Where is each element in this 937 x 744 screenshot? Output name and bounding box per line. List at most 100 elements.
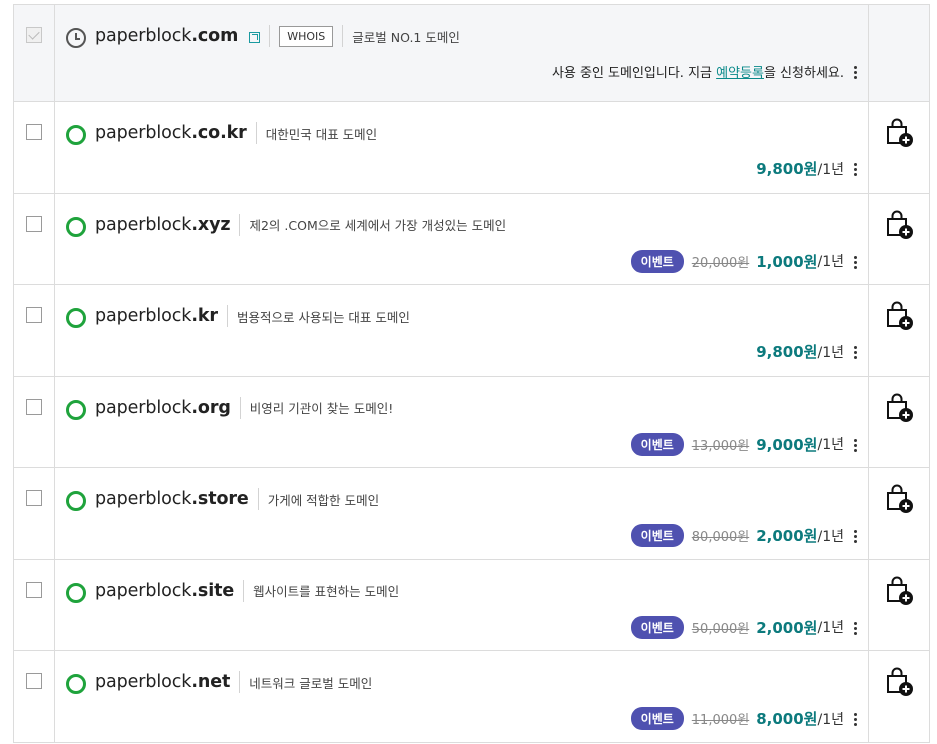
domain-title-line: paperblock.co.kr 대한민국 대표 도메인 bbox=[95, 122, 377, 144]
available-circle-icon bbox=[66, 582, 86, 603]
kebab-menu-icon[interactable] bbox=[854, 254, 858, 271]
divider bbox=[226, 305, 228, 327]
add-to-cart-bag-icon[interactable] bbox=[885, 210, 915, 240]
row-checkbox[interactable] bbox=[26, 581, 42, 598]
add-to-cart-bag-icon[interactable] bbox=[885, 667, 915, 697]
check-cell bbox=[14, 651, 55, 742]
domain-title-line: paperblock.site 웹사이트를 표현하는 도메인 bbox=[95, 579, 399, 602]
external-link-icon[interactable] bbox=[249, 31, 261, 43]
kebab-menu-icon[interactable] bbox=[854, 344, 858, 361]
divider bbox=[243, 579, 245, 602]
domain-name[interactable]: paperblock.net bbox=[95, 672, 230, 692]
row-checkbox[interactable] bbox=[26, 215, 42, 232]
whois-button[interactable]: WHOIS bbox=[279, 25, 334, 47]
sale-price: 9,800원 bbox=[756, 343, 818, 361]
divider bbox=[269, 25, 271, 47]
divider bbox=[342, 25, 344, 47]
price-line: 이벤트 20,000원 1,000원 /1년 bbox=[630, 249, 858, 273]
row-checkbox[interactable] bbox=[26, 307, 42, 323]
kebab-menu-icon[interactable] bbox=[854, 711, 858, 728]
domain-row: paperblock.xyz 제2의 .COM으로 세계에서 가장 개성있는 도… bbox=[13, 193, 930, 285]
domain-name[interactable]: paperblock.site bbox=[95, 581, 234, 601]
row-checkbox-disabled bbox=[26, 27, 42, 43]
check-cell bbox=[14, 102, 55, 193]
divider bbox=[239, 671, 241, 693]
check-cell bbox=[14, 376, 55, 467]
domain-row-taken: paperblock.com WHOIS 글로벌 NO.1 도메인 사용 중인 … bbox=[13, 5, 930, 102]
add-to-cart-bag-icon[interactable] bbox=[885, 393, 915, 423]
cart-cell bbox=[869, 468, 929, 559]
domain-info-cell: paperblock.org 비영리 기관이 찾는 도메인! 이벤트 13,00… bbox=[55, 376, 869, 467]
price-unit: /1년 bbox=[817, 528, 844, 545]
domain-name[interactable]: paperblock.kr bbox=[95, 306, 218, 326]
row-checkbox[interactable] bbox=[26, 124, 42, 140]
price-unit: /1년 bbox=[817, 161, 844, 178]
available-circle-icon bbox=[66, 399, 86, 420]
domain-row: paperblock.net 네트워크 글로벌 도메인 이벤트 11,000원 … bbox=[13, 651, 930, 743]
event-badge: 이벤트 bbox=[630, 249, 684, 273]
domain-sld: paperblock bbox=[95, 306, 192, 326]
add-to-cart-bag-icon[interactable] bbox=[885, 484, 915, 514]
add-to-cart-bag-icon[interactable] bbox=[885, 301, 915, 331]
kebab-menu-icon[interactable] bbox=[854, 64, 858, 81]
domain-title-line: paperblock.store 가게에 적합한 도메인 bbox=[95, 488, 379, 510]
domain-title-line: paperblock.org 비영리 기관이 찾는 도메인! bbox=[95, 396, 393, 419]
domain-name[interactable]: paperblock.org bbox=[95, 398, 231, 418]
reserve-link[interactable]: 예약등록 bbox=[716, 66, 764, 81]
domain-name[interactable]: paperblock.store bbox=[95, 489, 249, 509]
domain-title-line: paperblock.com WHOIS 글로벌 NO.1 도메인 bbox=[95, 25, 460, 47]
sale-price: 9,000원 bbox=[756, 435, 818, 454]
price-line: 9,800원 /1년 bbox=[756, 341, 858, 362]
domain-info-cell: paperblock.xyz 제2의 .COM으로 세계에서 가장 개성있는 도… bbox=[55, 193, 869, 284]
row-checkbox[interactable] bbox=[26, 398, 42, 415]
available-circle-icon bbox=[66, 674, 86, 694]
row-checkbox[interactable] bbox=[26, 490, 42, 506]
domain-info-cell: paperblock.com WHOIS 글로벌 NO.1 도메인 사용 중인 … bbox=[55, 5, 869, 101]
taken-notice: 사용 중인 도메인입니다. 지금 예약등록을 신청하세요. bbox=[552, 62, 844, 81]
price-unit: /1년 bbox=[817, 620, 844, 636]
sale-price: 2,000원 bbox=[756, 618, 818, 637]
domain-description: 네트워크 글로벌 도메인 bbox=[249, 675, 373, 691]
available-circle-icon bbox=[66, 491, 86, 511]
cart-cell bbox=[869, 651, 929, 742]
domain-row: paperblock.org 비영리 기관이 찾는 도메인! 이벤트 13,00… bbox=[13, 376, 930, 468]
original-price: 80,000원 bbox=[691, 530, 750, 545]
notice-text: 사용 중인 도메인입니다. 지금 bbox=[551, 66, 717, 81]
cart-cell bbox=[869, 5, 929, 101]
row-checkbox[interactable] bbox=[26, 673, 42, 689]
sale-price: 8,000원 bbox=[756, 710, 818, 728]
cart-cell bbox=[869, 102, 929, 193]
domain-sld: paperblock bbox=[95, 672, 192, 692]
domain-tld: .store bbox=[191, 489, 249, 509]
domain-info-cell: paperblock.net 네트워크 글로벌 도메인 이벤트 11,000원 … bbox=[55, 651, 869, 742]
domain-description: 글로벌 NO.1 도메인 bbox=[352, 29, 460, 45]
kebab-menu-icon[interactable] bbox=[854, 437, 858, 454]
domain-name[interactable]: paperblock.co.kr bbox=[95, 123, 247, 143]
cart-cell bbox=[869, 285, 929, 376]
add-to-cart-bag-icon[interactable] bbox=[885, 576, 915, 606]
check-cell bbox=[14, 5, 55, 101]
available-circle-icon bbox=[66, 216, 86, 237]
price-unit: /1년 bbox=[817, 254, 844, 270]
domain-row: paperblock.store 가게에 적합한 도메인 이벤트 80,000원… bbox=[13, 468, 930, 560]
domain-description: 가게에 적합한 도메인 bbox=[267, 492, 380, 508]
check-cell bbox=[14, 285, 55, 376]
domain-description: 제2의 .COM으로 세계에서 가장 개성있는 도메인 bbox=[249, 218, 507, 233]
add-to-cart-bag-icon[interactable] bbox=[885, 118, 915, 148]
kebab-menu-icon[interactable] bbox=[854, 161, 858, 178]
cart-cell bbox=[869, 194, 929, 285]
original-price: 13,000원 bbox=[691, 438, 750, 454]
check-cell bbox=[14, 559, 55, 650]
domain-sld: paperblock bbox=[95, 214, 192, 235]
domain-info-cell: paperblock.site 웹사이트를 표현하는 도메인 이벤트 50,00… bbox=[55, 559, 869, 650]
domain-name[interactable]: paperblock.xyz bbox=[95, 214, 231, 235]
cart-cell bbox=[869, 560, 929, 651]
original-price: 20,000원 bbox=[691, 255, 750, 271]
kebab-menu-icon[interactable] bbox=[854, 528, 858, 545]
taken-notice-line: 사용 중인 도메인입니다. 지금 예약등록을 신청하세요. bbox=[552, 62, 858, 81]
divider bbox=[255, 122, 257, 144]
domain-results-table: paperblock.com WHOIS 글로벌 NO.1 도메인 사용 중인 … bbox=[13, 4, 930, 743]
divider bbox=[257, 488, 259, 510]
kebab-menu-icon[interactable] bbox=[854, 620, 858, 637]
price-unit: /1년 bbox=[817, 711, 844, 728]
